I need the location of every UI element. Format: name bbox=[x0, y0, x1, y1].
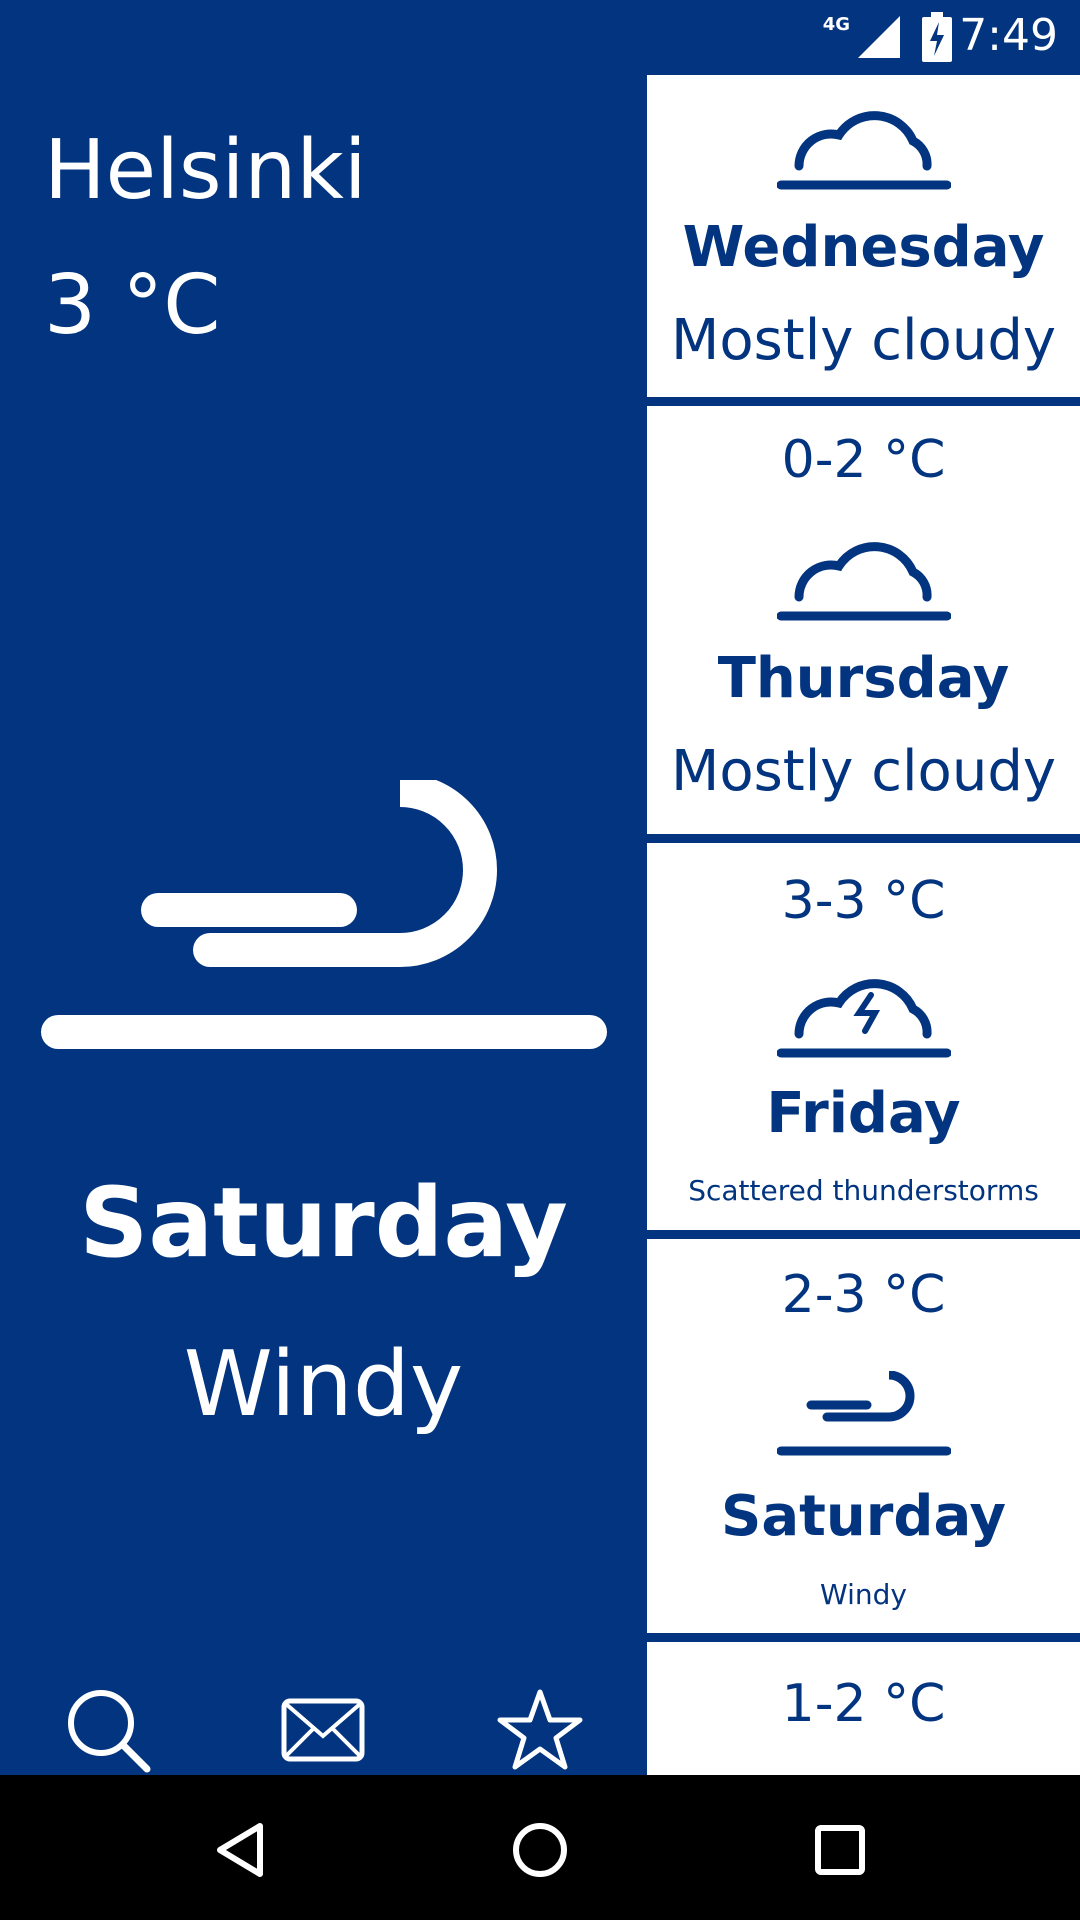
forecast-day: Saturday bbox=[720, 1484, 1007, 1549]
selected-day: Saturday bbox=[79, 1167, 568, 1279]
forecast-day: Thursday bbox=[717, 646, 1010, 711]
status-bar: 4G 7:49 bbox=[0, 0, 1080, 75]
recents-icon bbox=[815, 1825, 865, 1875]
forecast-card[interactable]: 3-3 °C Friday Scattered thunderstorms bbox=[647, 843, 1080, 1239]
network-type: 4G bbox=[822, 14, 850, 35]
forecast-temp: 3-3 °C bbox=[781, 871, 946, 931]
selected-condition: Windy bbox=[183, 1332, 464, 1437]
battery-charging-icon bbox=[922, 12, 952, 62]
search-button[interactable] bbox=[58, 1675, 158, 1785]
search-icon bbox=[68, 1690, 151, 1773]
city-name[interactable]: Helsinki bbox=[44, 130, 367, 212]
forecast-list[interactable]: Wednesday Mostly cloudy 0-2 °C Thursday … bbox=[647, 75, 1080, 1775]
forecast-temp: 0-2 °C bbox=[781, 430, 946, 490]
forecast-temp: 1-2 °C bbox=[781, 1674, 946, 1734]
current-weather-panel: Helsinki 3 °C Saturday Windy bbox=[0, 75, 647, 1775]
forecast-card[interactable]: Wednesday Mostly cloudy bbox=[647, 75, 1080, 406]
recents-button[interactable] bbox=[795, 1805, 885, 1895]
current-temperature: 3 °C bbox=[44, 258, 221, 353]
forecast-card[interactable]: 0-2 °C Thursday Mostly cloudy bbox=[647, 406, 1080, 843]
forecast-temp: 2-3 °C bbox=[781, 1265, 946, 1325]
back-button[interactable] bbox=[195, 1805, 285, 1895]
forecast-condition: Mostly cloudy bbox=[671, 739, 1056, 804]
mail-button[interactable] bbox=[273, 1675, 373, 1785]
forecast-card[interactable]: 2-3 °C Saturday Windy bbox=[647, 1239, 1080, 1642]
forecast-day: Friday bbox=[766, 1081, 961, 1146]
cloud-icon bbox=[777, 542, 951, 621]
forecast-condition: Windy bbox=[820, 1578, 907, 1611]
mail-icon bbox=[281, 1698, 365, 1762]
home-icon bbox=[513, 1823, 567, 1877]
forecast-day: Wednesday bbox=[682, 215, 1045, 280]
cloud-icon bbox=[777, 111, 951, 190]
wind-icon bbox=[41, 780, 607, 1049]
clock: 7:49 bbox=[959, 10, 1058, 61]
back-icon bbox=[217, 1823, 263, 1877]
star-icon bbox=[497, 1689, 583, 1770]
forecast-condition: Mostly cloudy bbox=[671, 308, 1056, 373]
home-button[interactable] bbox=[495, 1805, 585, 1895]
signal-icon bbox=[858, 16, 900, 58]
forecast-card[interactable]: 1-2 °C bbox=[647, 1642, 1080, 1775]
forecast-condition: Scattered thunderstorms bbox=[688, 1174, 1039, 1207]
favorite-button[interactable] bbox=[490, 1675, 590, 1785]
thunderstorm-icon bbox=[777, 979, 951, 1058]
wind-icon bbox=[777, 1371, 951, 1456]
navigation-bar bbox=[0, 1775, 1080, 1920]
